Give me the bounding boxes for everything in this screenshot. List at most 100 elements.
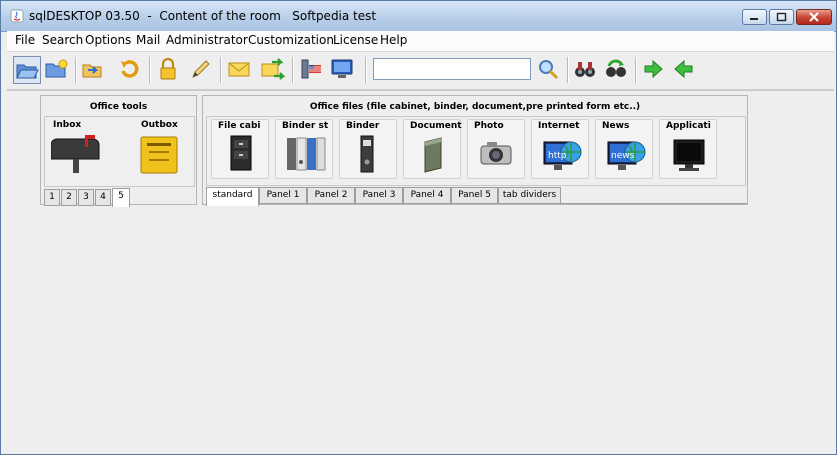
office-files-title: Office files (file cabinet, binder, docu… xyxy=(309,102,641,112)
office-files-items: File cabi Binder st Binder Document Phot… xyxy=(206,116,746,186)
monitor-icon xyxy=(331,59,353,78)
news-icon-text: news xyxy=(611,151,635,161)
outbox-item[interactable]: Outbox xyxy=(125,119,193,183)
room-content-area: Office tools Inbox Outbox 1 2 3 4 5 Offi… xyxy=(7,90,834,454)
menu-bar: File Search Options Mail Administrator C… xyxy=(7,31,834,52)
menu-administrator[interactable]: Administrator xyxy=(166,33,248,47)
news-icon: news xyxy=(607,141,646,170)
office-tools-items: Inbox Outbox xyxy=(44,116,195,187)
files-tab-standard[interactable]: standard xyxy=(206,187,259,206)
binder-icon xyxy=(360,135,374,173)
menu-file[interactable]: File xyxy=(15,33,35,47)
maximize-button[interactable] xyxy=(769,9,794,25)
search-icon xyxy=(539,60,559,80)
exchange-icon xyxy=(261,58,286,80)
menu-options[interactable]: Options xyxy=(85,33,131,47)
mailbox-icon xyxy=(51,135,100,173)
tools-tab-4[interactable]: 4 xyxy=(95,189,111,206)
office-tools-title: Office tools xyxy=(89,102,148,112)
office-files-panel: Office files (file cabinet, binder, docu… xyxy=(202,95,748,206)
pencil-button[interactable] xyxy=(187,56,215,84)
document-label: Document xyxy=(410,121,462,131)
camera-icon xyxy=(480,142,512,165)
outbox-icon xyxy=(140,136,178,174)
binder-stack-item[interactable]: Binder st xyxy=(275,119,333,179)
arrow-left-button[interactable] xyxy=(671,56,699,84)
photo-label: Photo xyxy=(474,121,504,131)
arrow-right-button[interactable] xyxy=(640,56,668,84)
refresh-button[interactable] xyxy=(117,56,145,84)
menu-mail[interactable]: Mail xyxy=(136,33,160,47)
tools-tab-1[interactable]: 1 xyxy=(44,189,60,206)
files-tab-panel-2[interactable]: Panel 2 xyxy=(307,187,355,204)
files-tab-panel-5[interactable]: Panel 5 xyxy=(451,187,498,204)
file-cabinet-item[interactable]: File cabi xyxy=(211,119,269,179)
title-bar[interactable]: sqlDESKTOP 03.50 - Content of the room S… xyxy=(1,1,836,32)
application-monitor-icon xyxy=(673,139,705,171)
arrow-right-icon xyxy=(644,59,663,79)
menu-license[interactable]: License xyxy=(333,33,378,47)
document-item[interactable]: Document xyxy=(403,119,462,179)
binder-stack-icon xyxy=(287,137,326,171)
refresh-icon xyxy=(121,60,139,78)
pencil-icon xyxy=(192,60,210,78)
binder-item[interactable]: Binder xyxy=(339,119,397,179)
folder-arrow-icon xyxy=(82,64,102,78)
menu-search[interactable]: Search xyxy=(42,33,83,47)
tools-tab-2[interactable]: 2 xyxy=(61,189,77,206)
menu-customization[interactable]: Customization xyxy=(248,33,334,47)
refresh-green-icon xyxy=(606,59,626,77)
window-title: sqlDESKTOP 03.50 - Content of the room S… xyxy=(29,9,377,23)
close-icon xyxy=(809,12,819,22)
files-tab-dividers[interactable]: tab dividers xyxy=(498,187,561,204)
binder-stack-label: Binder st xyxy=(282,121,329,131)
close-button[interactable] xyxy=(796,9,832,25)
mail-icon xyxy=(228,62,250,77)
lock-icon xyxy=(160,57,176,80)
file-cabinet-label: File cabi xyxy=(218,121,261,131)
java-app-icon xyxy=(10,9,24,23)
menu-help[interactable]: Help xyxy=(380,33,407,47)
binoculars-icon xyxy=(575,62,595,77)
office-tools-panel: Office tools Inbox Outbox 1 2 3 4 5 xyxy=(40,95,197,207)
news-item[interactable]: News news xyxy=(595,119,653,179)
files-tab-panel-3[interactable]: Panel 3 xyxy=(355,187,403,204)
search-input[interactable] xyxy=(373,58,531,80)
minimize-icon xyxy=(750,18,758,20)
open-folder-icon xyxy=(16,64,39,79)
file-cabinet-icon xyxy=(230,135,252,171)
files-tab-panel-1[interactable]: Panel 1 xyxy=(259,187,307,204)
search-button[interactable] xyxy=(535,56,563,84)
app-window: sqlDESKTOP 03.50 - Content of the room S… xyxy=(0,0,837,455)
mail-button[interactable] xyxy=(226,56,254,84)
monitor-button[interactable] xyxy=(329,56,357,84)
arrow-left-icon xyxy=(674,59,693,79)
folder-arrow-button[interactable] xyxy=(79,56,107,84)
photo-item[interactable]: Photo xyxy=(467,119,525,179)
lock-button[interactable] xyxy=(155,56,183,84)
internet-item[interactable]: Internet http xyxy=(531,119,589,179)
tools-tab-5[interactable]: 5 xyxy=(112,188,130,207)
news-label: News xyxy=(602,121,630,131)
new-folder-button[interactable] xyxy=(43,56,71,84)
internet-icon-text: http xyxy=(548,151,567,161)
internet-label: Internet xyxy=(538,121,580,131)
document-icon xyxy=(424,137,442,173)
flag-server-icon xyxy=(301,59,321,79)
application-item[interactable]: Applicati xyxy=(659,119,717,179)
minimize-button[interactable] xyxy=(742,9,767,25)
exchange-button[interactable] xyxy=(259,56,287,84)
open-folder-button[interactable] xyxy=(13,56,41,84)
flag-server-button[interactable] xyxy=(298,56,326,84)
application-label: Applicati xyxy=(666,121,711,131)
maximize-icon xyxy=(776,12,787,22)
refresh-green-button[interactable] xyxy=(603,56,631,84)
tools-tab-3[interactable]: 3 xyxy=(78,189,94,206)
binoculars-button[interactable] xyxy=(572,56,600,84)
internet-icon: http xyxy=(543,141,582,170)
new-folder-icon xyxy=(45,59,68,78)
files-tab-panel-4[interactable]: Panel 4 xyxy=(403,187,451,204)
inbox-item[interactable]: Inbox xyxy=(47,119,117,183)
binder-label: Binder xyxy=(346,121,380,131)
toolbar xyxy=(7,53,834,90)
